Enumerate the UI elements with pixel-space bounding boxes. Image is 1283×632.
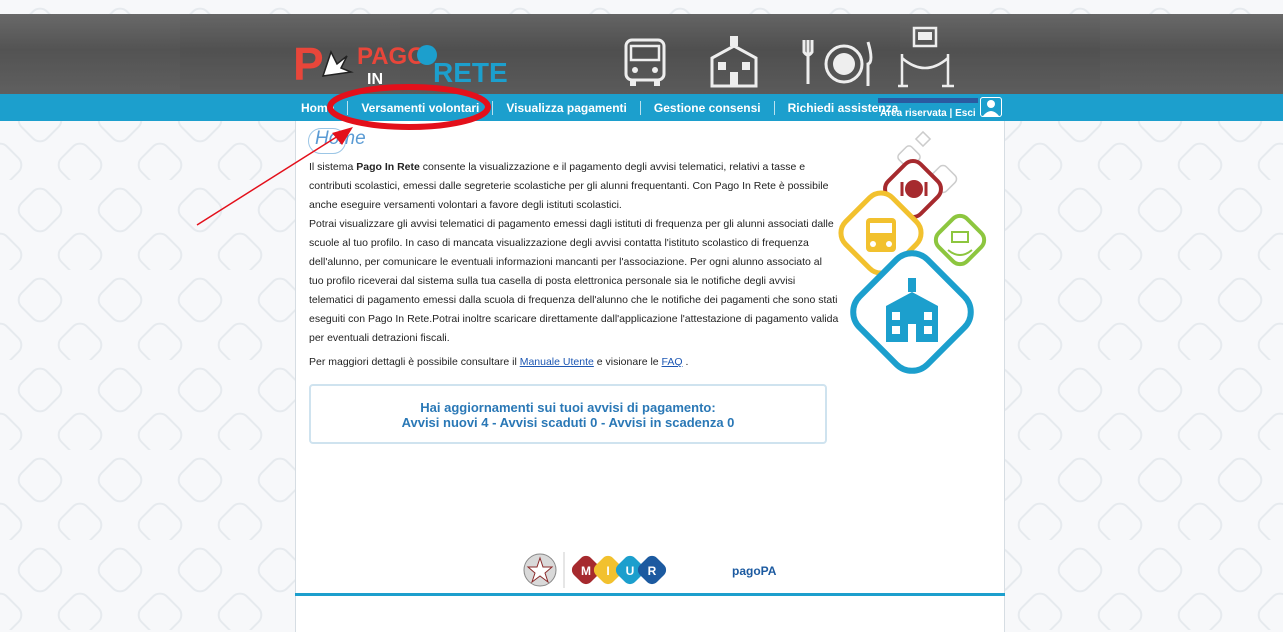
svg-text:I: I (606, 564, 609, 578)
pagopa-logo: pagoPA (732, 564, 777, 578)
nav-gestione-consensi[interactable]: Gestione consensi (641, 100, 775, 115)
svg-text:IN: IN (367, 71, 383, 88)
esci-link[interactable]: Esci (955, 108, 976, 119)
user-icon[interactable] (980, 97, 1002, 117)
intro-text: Il sistema Pago In Rete consente la visu… (309, 158, 839, 372)
emblem-icon (523, 553, 557, 587)
main-nav: Home Versamenti volontari Visualizza pag… (0, 94, 1283, 121)
header-banner: P PAGO IN RETE (0, 14, 1283, 94)
svg-text:RETE: RETE (433, 57, 508, 88)
intro-paragraph-2: Potrai visualizzare gli avvisi telematic… (309, 218, 839, 344)
footer-line (295, 593, 1005, 596)
school-icon (710, 36, 758, 88)
svg-text:U: U (626, 564, 635, 578)
payment-notice-box: Hai aggiornamenti sui tuoi avvisi di pag… (309, 384, 827, 444)
area-links: Area riservata | Esci (880, 108, 976, 119)
svg-text:PAGO: PAGO (357, 43, 426, 70)
miur-logo: M I U R (571, 555, 667, 585)
nav-versamenti-volontari[interactable]: Versamenti volontari (348, 100, 494, 115)
faq-link[interactable]: FAQ (662, 356, 683, 368)
nav-visualizza-pagamenti[interactable]: Visualizza pagamenti (493, 100, 641, 115)
svg-text:R: R (648, 564, 657, 578)
page-title: Home (315, 128, 366, 149)
area-riservata-link[interactable]: Area riservata (880, 108, 947, 119)
notice-line-2[interactable]: Avvisi nuovi 4 - Avvisi scaduti 0 - Avvi… (311, 415, 825, 430)
bus-icon (624, 38, 666, 86)
notice-line-1: Hai aggiornamenti sui tuoi avvisi di pag… (420, 400, 716, 415)
manuale-utente-link[interactable]: Manuale Utente (520, 356, 594, 368)
svg-text:P: P (293, 38, 324, 88)
footer-logos: M I U R pagoPA (523, 552, 777, 588)
nav-home[interactable]: Home (296, 100, 349, 115)
museum-icon (898, 26, 954, 88)
area-separator: | (949, 108, 953, 119)
intro-paragraph-3: Per maggiori dettagli è possibile consul… (309, 356, 689, 368)
services-illustration (838, 130, 987, 374)
pago-in-rete-logo[interactable]: P PAGO IN RETE (293, 38, 523, 88)
area-bar (878, 98, 978, 103)
svg-text:M: M (581, 564, 591, 578)
meal-icon (802, 40, 873, 86)
intro-paragraph-1: Il sistema Pago In Rete consente la visu… (309, 161, 829, 211)
area-riservata: Area riservata | Esci (878, 97, 978, 120)
